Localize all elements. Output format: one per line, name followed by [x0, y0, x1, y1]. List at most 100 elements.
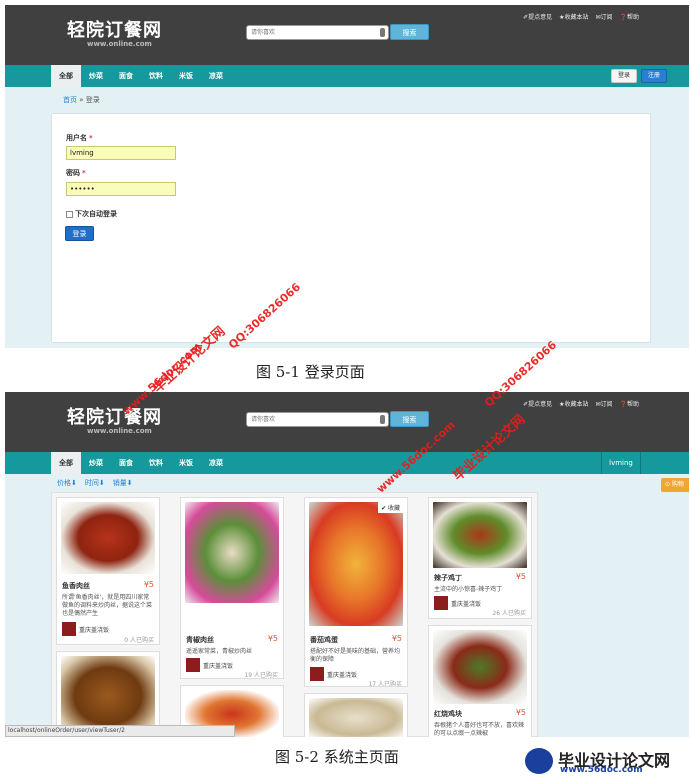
dish-price: ¥5 [143, 580, 154, 589]
login-page-screenshot: 轻院订餐网 www.online.com 搜索 ✐提点意见 ★收藏本站 ✉订阅 … [5, 5, 689, 348]
login-form-panel: 用户名 * lvming 密码 * •••••• 下次自动登录 登录 [51, 113, 651, 343]
search-input[interactable] [247, 413, 367, 426]
breadcrumb-separator: » [77, 96, 86, 104]
store-avatar [186, 658, 200, 672]
site-header: 轻院订餐网 www.online.com 搜索 ✐提点意见 ★收藏本站 ✉订阅 … [5, 392, 689, 452]
sort-by-price[interactable]: 价格⬇ [57, 478, 77, 488]
remember-label: 下次自动登录 [75, 210, 117, 218]
remember-me: 下次自动登录 [66, 209, 117, 219]
dish-price: ¥5 [515, 708, 526, 717]
dish-card[interactable] [304, 693, 408, 737]
nav-register-button[interactable]: 注册 [641, 69, 667, 83]
site-domain: www.online.com [87, 40, 152, 48]
site-logo[interactable]: 轻院订餐网 [67, 16, 162, 42]
dish-sold-count: 19 人已购买 [244, 672, 278, 679]
sort-by-sales[interactable]: 销量⬇ [113, 478, 133, 488]
figure-caption-1: 图 5-1 登录页面 [256, 363, 365, 381]
top-links: ✐提点意见 ★收藏本站 ✉订阅 ❓帮助 [523, 399, 639, 408]
dish-grid: 鱼香肉丝 ¥5 所谓'鱼香肉丝'，就是用四川家常做鱼的调料来炒肉丝，据说这个菜也… [51, 492, 538, 737]
search-input[interactable] [247, 26, 367, 39]
dish-card[interactable]: ✔ 收藏 番茄鸡蛋 ¥5 搭配好不好是美味的基础，营养均衡的保障 重庆盖浇饭 1… [304, 497, 408, 687]
dish-sold-count: 0 人已购买 [124, 637, 154, 644]
nav-noodles[interactable]: 面食 [111, 65, 141, 87]
nav-cold-dishes[interactable]: 凉菜 [201, 65, 231, 87]
top-links: ✐提点意见 ★收藏本站 ✉订阅 ❓帮助 [523, 12, 639, 21]
help-link[interactable]: ❓帮助 [620, 399, 639, 408]
microphone-icon[interactable] [380, 415, 385, 424]
dish-image[interactable] [185, 502, 279, 603]
username-input[interactable]: lvming [66, 146, 176, 160]
site-domain: www.online.com [87, 427, 152, 435]
dish-name[interactable]: 番茄鸡蛋 [310, 635, 338, 645]
dish-store[interactable]: 重庆盖浇饭 [186, 658, 233, 672]
subscribe-link[interactable]: ✉订阅 [595, 12, 612, 21]
nav-noodles[interactable]: 面食 [111, 452, 141, 474]
subscribe-link[interactable]: ✉订阅 [595, 399, 612, 408]
dish-image[interactable] [433, 630, 527, 704]
required-mark: * [89, 134, 93, 142]
nav-stir-fry[interactable]: 炒菜 [81, 65, 111, 87]
dish-store[interactable]: 重庆盖浇饭 [434, 596, 481, 610]
shopping-cart-tab[interactable]: ⊙ 购物 [661, 478, 689, 492]
nav-cold-dishes[interactable]: 凉菜 [201, 452, 231, 474]
search-box [246, 412, 389, 427]
browser-status-bar: localhost/onlineOrder/user/viewTuser/2 [5, 725, 235, 737]
dish-store[interactable]: 重庆盖浇饭 [62, 622, 109, 636]
dish-sold-count: 26 人已购买 [492, 610, 526, 617]
nav-rice[interactable]: 米饭 [171, 65, 201, 87]
dish-sold-count: 17 人已购买 [368, 681, 402, 687]
dish-card[interactable]: 辣子鸡丁 ¥5 主流中的小惊喜-辣子鸡丁 重庆盖浇饭 26 人已购买 [428, 497, 532, 619]
password-input[interactable]: •••••• [66, 182, 176, 196]
dish-image[interactable] [309, 502, 403, 626]
nav-all[interactable]: 全部 [51, 452, 81, 474]
user-menu[interactable]: lvming [601, 452, 641, 474]
dish-price: ¥5 [391, 634, 402, 643]
dish-price: ¥5 [267, 634, 278, 643]
dish-image[interactable] [61, 502, 155, 574]
dish-name[interactable]: 红烧鸡块 [434, 709, 462, 719]
dish-description: 遥遥家常菜，青椒炒肉丝 [186, 648, 253, 655]
dish-name[interactable]: 青椒肉丝 [186, 635, 214, 645]
bookmark-link[interactable]: ★收藏本站 [559, 12, 588, 21]
breadcrumb: 首页 » 登录 [63, 95, 100, 105]
nav-drinks[interactable]: 饮料 [141, 65, 171, 87]
microphone-icon[interactable] [380, 28, 385, 37]
nav-drinks[interactable]: 饮料 [141, 452, 171, 474]
dish-store[interactable]: 重庆盖浇饭 [310, 667, 357, 681]
dish-name[interactable]: 辣子鸡丁 [434, 573, 462, 583]
username-label: 用户名 * [66, 134, 93, 142]
bookmark-link[interactable]: ★收藏本站 [559, 399, 588, 408]
login-submit-button[interactable]: 登录 [65, 226, 94, 241]
breadcrumb-home[interactable]: 首页 [63, 96, 77, 104]
breadcrumb-current: 登录 [85, 96, 100, 104]
password-label: 密码 * [66, 169, 86, 177]
nav-login-button[interactable]: 登录 [611, 69, 637, 83]
search-button[interactable]: 搜索 [390, 24, 429, 40]
category-nav: 全部 炒菜 面食 饮料 米饭 凉菜 [5, 65, 689, 87]
dish-image[interactable] [433, 502, 527, 568]
search-button[interactable]: 搜索 [390, 411, 429, 427]
site-header: 轻院订餐网 www.online.com 搜索 ✐提点意见 ★收藏本站 ✉订阅 … [5, 5, 689, 65]
figure-caption-2: 图 5-2 系统主页面 [275, 748, 399, 766]
nav-stir-fry[interactable]: 炒菜 [81, 452, 111, 474]
store-avatar [62, 622, 76, 636]
sort-by-time[interactable]: 时间⬇ [85, 478, 105, 488]
dish-image[interactable] [61, 656, 155, 736]
nav-rice[interactable]: 米饭 [171, 452, 201, 474]
brand-logo-icon [525, 748, 553, 774]
feedback-link[interactable]: ✐提点意见 [523, 12, 552, 21]
dish-image[interactable] [309, 698, 403, 737]
store-avatar [310, 667, 324, 681]
feedback-link[interactable]: ✐提点意见 [523, 399, 552, 408]
remember-checkbox[interactable] [66, 210, 73, 218]
favorite-button[interactable]: ✔ 收藏 [378, 502, 403, 513]
nav-all[interactable]: 全部 [51, 65, 81, 87]
dish-card[interactable]: 红烧鸡块 ¥5 吞根猪个人喜好也可不放，喜欢辣的可以点缀一点辣椒 [428, 625, 532, 737]
required-mark: * [82, 169, 86, 177]
dish-name[interactable]: 鱼香肉丝 [62, 581, 90, 591]
dish-card[interactable]: 青椒肉丝 ¥5 遥遥家常菜，青椒炒肉丝 重庆盖浇饭 19 人已购买 [180, 497, 284, 679]
site-logo[interactable]: 轻院订餐网 [67, 403, 162, 429]
store-avatar [434, 596, 448, 610]
dish-card[interactable]: 鱼香肉丝 ¥5 所谓'鱼香肉丝'，就是用四川家常做鱼的调料来炒肉丝，据说这个菜也… [56, 497, 160, 645]
help-link[interactable]: ❓帮助 [620, 12, 639, 21]
